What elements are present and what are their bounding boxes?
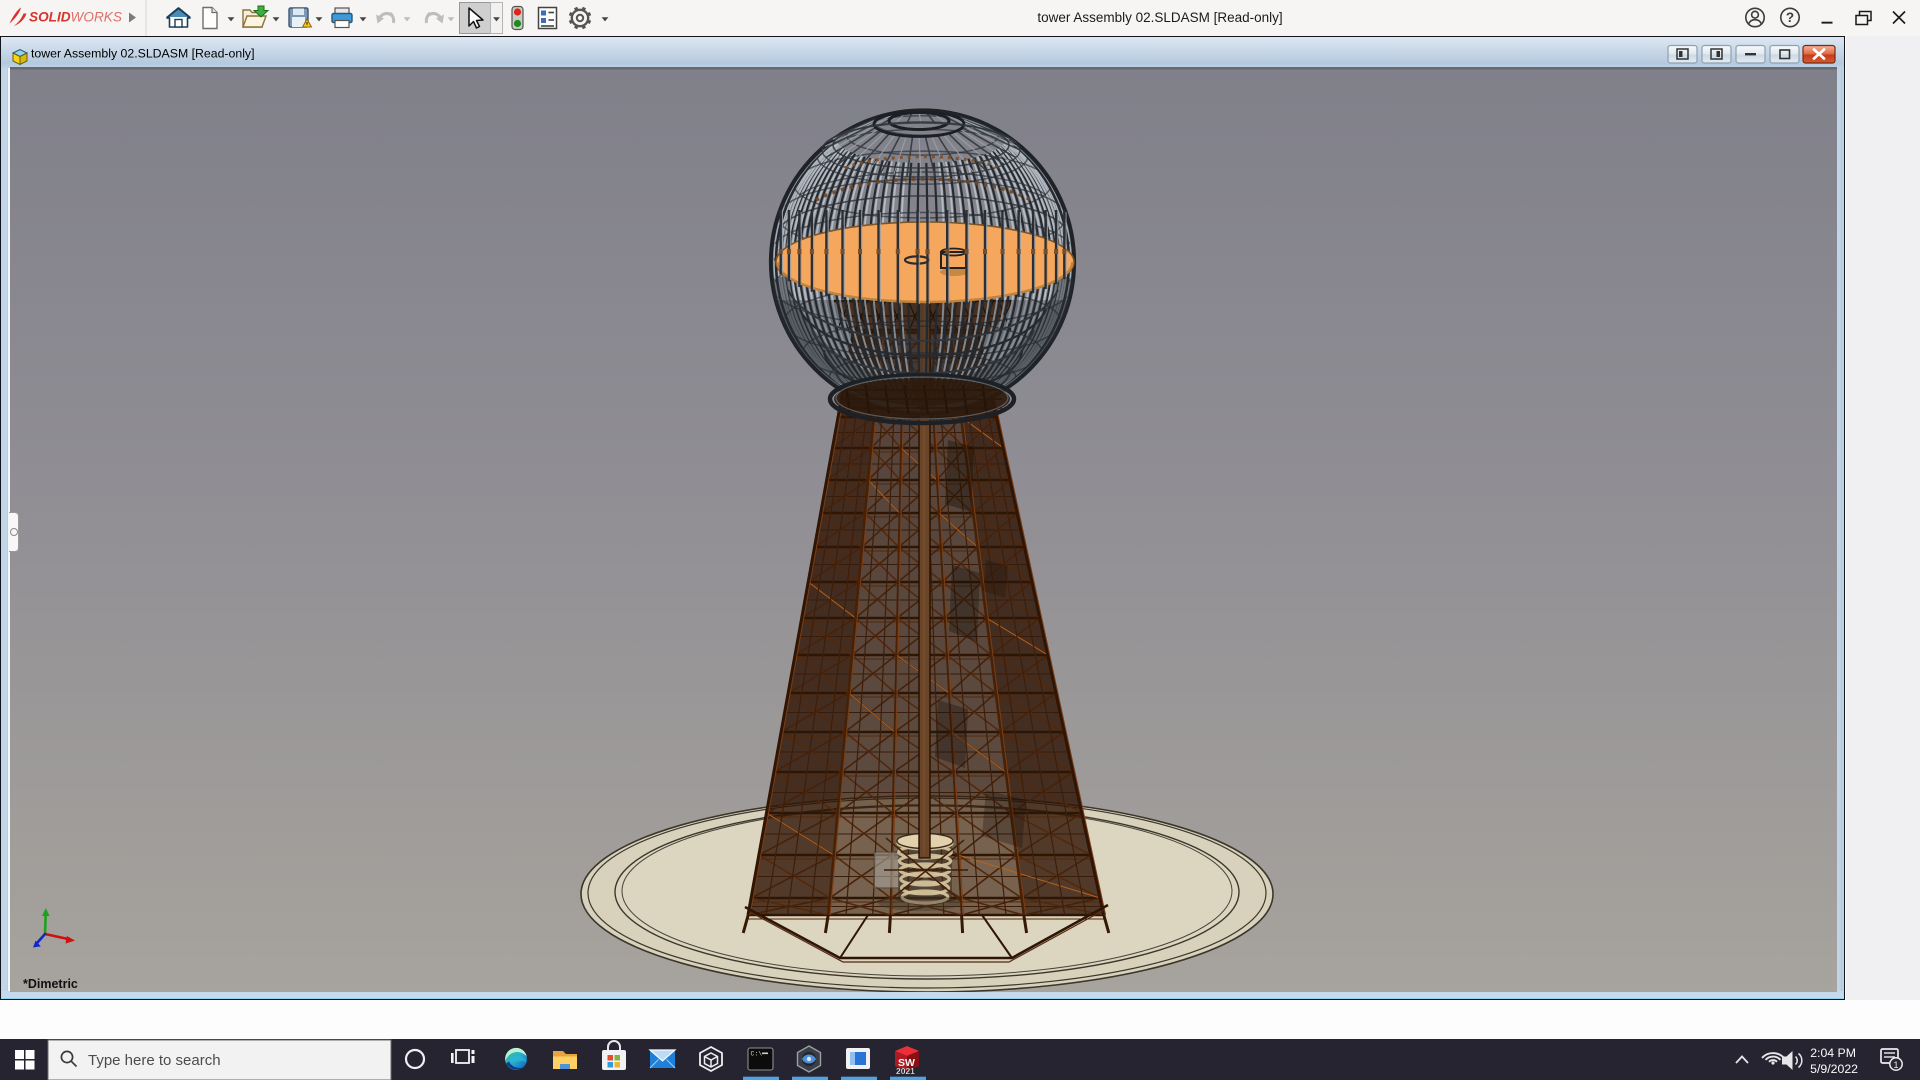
svg-text:Type here to search: Type here to search bbox=[88, 1052, 221, 1069]
svg-text:SOLIDWORKS: SOLIDWORKS bbox=[29, 10, 122, 25]
svg-text:tower Assembly 02.SLDASM [Read: tower Assembly 02.SLDASM [Read-only] bbox=[31, 47, 255, 61]
svg-text:?: ? bbox=[1786, 10, 1794, 25]
svg-text:1: 1 bbox=[1893, 1060, 1898, 1070]
svg-text:2021: 2021 bbox=[896, 1066, 915, 1076]
svg-text:5/9/2022: 5/9/2022 bbox=[1810, 1062, 1858, 1076]
svg-text:C:\: C:\ bbox=[751, 1051, 763, 1058]
svg-text:2:04 PM: 2:04 PM bbox=[1810, 1046, 1856, 1060]
